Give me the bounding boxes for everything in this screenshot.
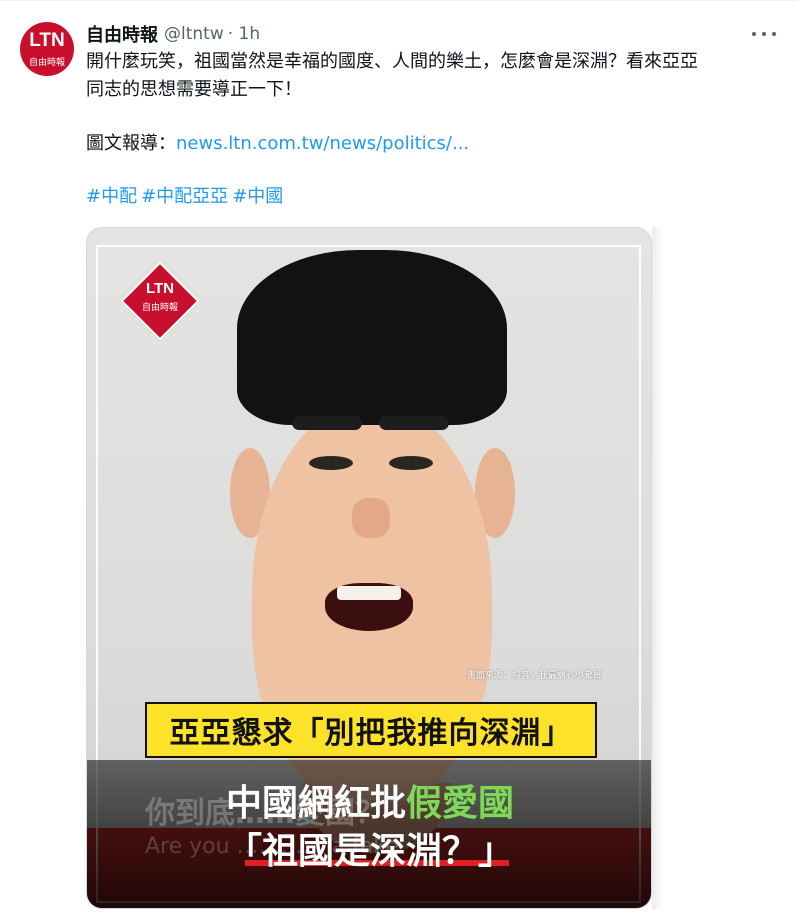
article-link[interactable]: news.ltn.com.tw/news/politics/... xyxy=(176,133,469,154)
image-credit: 畫面來源：抖音 / 我最關心小瀧哥 xyxy=(467,671,602,681)
source-prefix: 圖文報導： xyxy=(86,133,176,154)
tweet-media-image[interactable]: LTN 自由時報 畫面來源：抖音 / 我最關心小瀧哥 你到底……愛國？ Are … xyxy=(86,227,652,909)
tweet-header: 自由時報 @ltntw · 1h xyxy=(86,22,260,46)
avatar-logo-text: LTN xyxy=(29,30,65,51)
top-divider xyxy=(0,0,797,1)
more-options-icon[interactable] xyxy=(752,24,776,44)
author-avatar[interactable]: LTN 自由時報 xyxy=(20,22,74,76)
ltn-logo-subtext: 自由時報 xyxy=(141,303,178,313)
tweet-text-line-1: 開什麼玩笑，祖國當然是幸福的國度、人間的樂土，怎麼會是深淵？看來亞亞 xyxy=(86,51,698,72)
hashtag-link[interactable]: #中配亞亞 xyxy=(141,186,228,207)
headline-line-2: 「祖國是深淵？」 xyxy=(225,831,514,872)
avatar-logo-subtext: 自由時報 xyxy=(28,58,65,68)
author-handle[interactable]: @ltntw xyxy=(164,24,224,44)
media-edge-shadow xyxy=(652,227,664,909)
headline-part1: 中國網紅批 xyxy=(225,783,406,824)
banner-caption-text: 亞亞懇求「別把我推向深淵」 xyxy=(169,716,573,751)
hashtag-link[interactable]: #中配 xyxy=(86,186,137,207)
headline-highlight: 假愛國 xyxy=(406,783,515,824)
tweet-text-line-2: 同志的思想需要導正一下！ xyxy=(86,79,302,100)
hashtag-link[interactable]: #中國 xyxy=(232,186,283,207)
ltn-logo-text: LTN xyxy=(145,280,175,297)
tweet-source-line: 圖文報導：news.ltn.com.tw/news/politics/... xyxy=(86,131,469,157)
tweet-time[interactable]: · 1h xyxy=(228,24,260,44)
headline-line-1: 中國網紅批假愛國 xyxy=(87,774,651,826)
author-name[interactable]: 自由時報 xyxy=(86,21,158,47)
hashtag-line: #中配 #中配亞亞 #中國 xyxy=(86,184,287,210)
banner-caption: 亞亞懇求「別把我推向深淵」 xyxy=(145,702,597,758)
